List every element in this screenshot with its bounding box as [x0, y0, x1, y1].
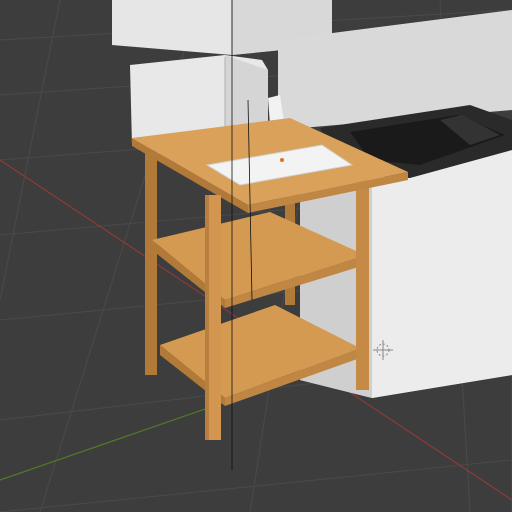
scene-canvas[interactable] — [0, 0, 512, 512]
3d-viewport[interactable] — [0, 0, 512, 512]
